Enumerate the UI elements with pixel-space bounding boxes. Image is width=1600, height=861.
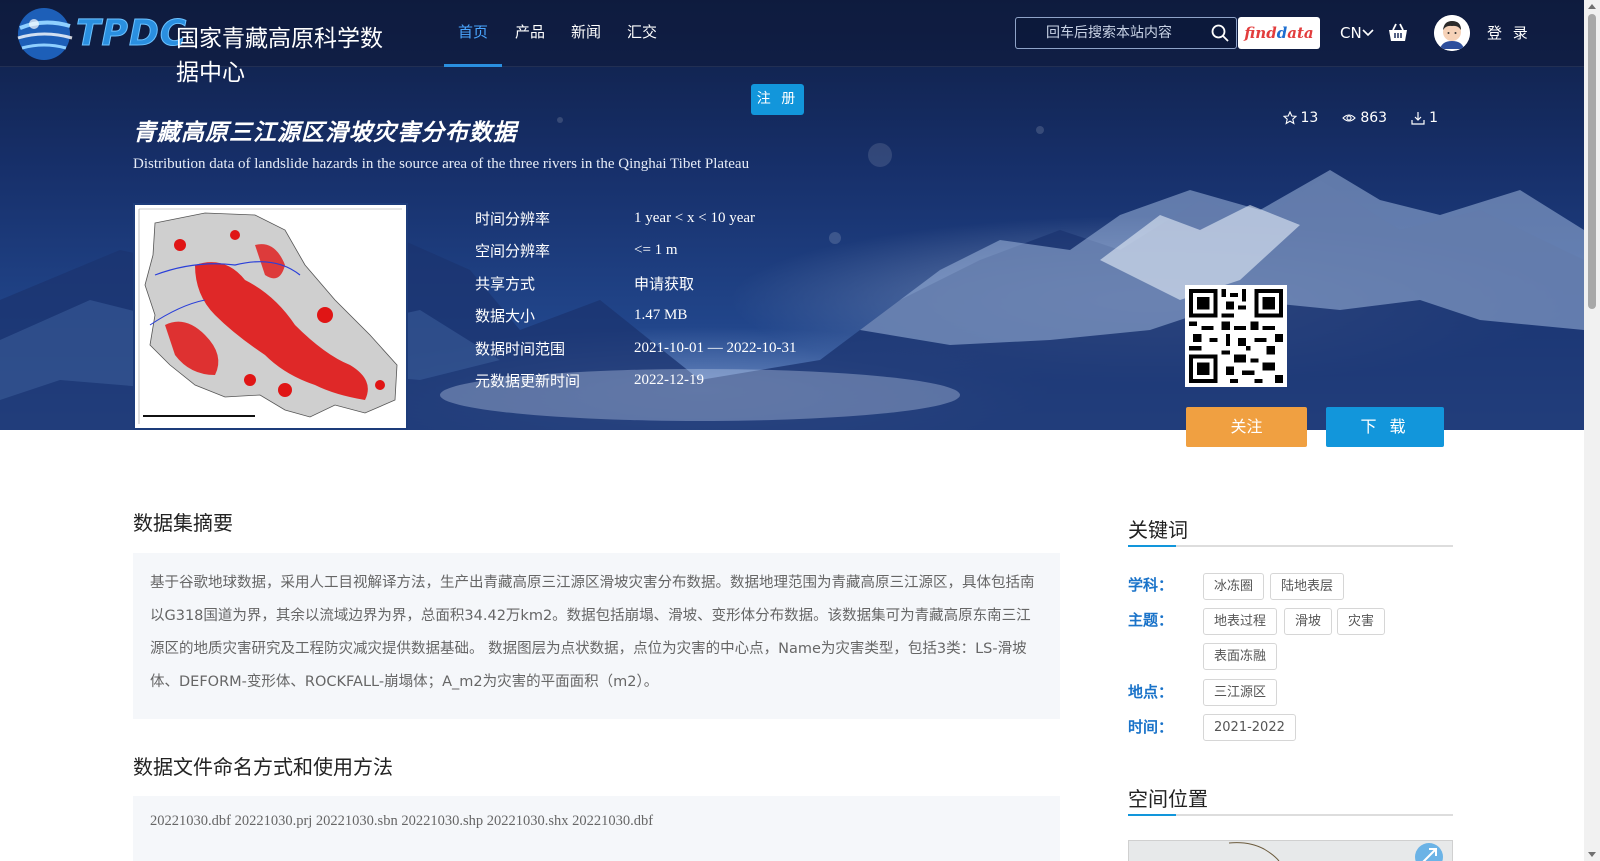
avatar[interactable] xyxy=(1434,15,1470,51)
views-stat: 863 xyxy=(1342,110,1387,126)
meta-label: 共享方式 xyxy=(475,274,536,293)
eye-icon xyxy=(1342,114,1357,122)
findata-part-b: ata xyxy=(1287,24,1314,42)
favorites-stat[interactable]: 13 xyxy=(1282,110,1319,126)
keyword-tag[interactable]: 表面冻融 xyxy=(1203,643,1278,670)
qr-code-image xyxy=(1185,285,1287,387)
downloads-stat: 1 xyxy=(1411,110,1438,126)
meta-label: 空间分辨率 xyxy=(475,242,551,261)
nav-news[interactable]: 新闻 xyxy=(558,0,614,67)
user-avatar-icon xyxy=(1434,15,1470,51)
keywords-divider xyxy=(1128,545,1453,547)
location-title: 空间位置 xyxy=(1128,787,1208,811)
dataset-hero: TPDC 国家青藏高原科学数据中心 首页 产品 新闻 汇交 finddata C… xyxy=(0,0,1584,430)
file-naming-text: 20221030.dbf 20221030.prj 20221030.sbn 2… xyxy=(150,813,654,829)
keyword-tag[interactable]: 地表过程 xyxy=(1203,608,1278,635)
keyword-tag[interactable]: 2021-2022 xyxy=(1203,714,1296,741)
globe-logo-icon xyxy=(17,8,73,60)
meta-value: 2022-12-19 xyxy=(634,372,704,389)
meta-value: <= 1 m xyxy=(634,242,678,259)
keyword-tag[interactable]: 冰冻圈 xyxy=(1203,573,1265,600)
meta-row: 共享方式 申请获取 xyxy=(475,267,796,300)
landslide-map-image xyxy=(135,205,406,428)
file-naming-title: 数据文件命名方式和使用方法 xyxy=(133,755,393,779)
search-input[interactable] xyxy=(1016,18,1196,48)
abstract-text: 基于谷歌地球数据，采用人工目视解译方法，生产出青藏高原三江源区滑坡灾害分布数据。… xyxy=(150,575,1035,690)
search-box xyxy=(1015,17,1237,49)
download-button[interactable]: 下 载 xyxy=(1326,407,1444,447)
meta-value: 1 year < x < 10 year xyxy=(634,209,756,226)
views-count: 863 xyxy=(1360,110,1388,126)
map-preview-image xyxy=(1228,842,1443,861)
time-label: 时间： xyxy=(1128,718,1174,736)
site-logo[interactable]: TPDC 国家青藏高原科学数据中心 xyxy=(14,4,404,86)
meta-label: 数据时间范围 xyxy=(475,339,566,358)
scrollbar-thumb[interactable] xyxy=(1588,14,1596,309)
chevron-down-icon xyxy=(1362,29,1374,37)
meta-row: 元数据更新时间 2022-12-19 xyxy=(475,365,796,398)
scroll-down-arrow-icon[interactable] xyxy=(1588,852,1596,857)
favorites-count: 13 xyxy=(1300,110,1319,126)
dataset-thumbnail[interactable] xyxy=(133,203,408,430)
main-nav: 首页 产品 新闻 汇交 xyxy=(444,0,670,67)
findata-part-a: find xyxy=(1244,24,1277,42)
top-navigation-bar: TPDC 国家青藏高原科学数据中心 首页 产品 新闻 汇交 finddata C… xyxy=(0,0,1584,86)
keywords-title: 关键词 xyxy=(1128,518,1188,542)
meta-row: 时间分辨率 1 year < x < 10 year xyxy=(475,202,796,235)
keyword-tag[interactable]: 三江源区 xyxy=(1203,679,1278,706)
findata-link[interactable]: finddata xyxy=(1238,17,1320,49)
dataset-stats: 13 863 1 xyxy=(1282,110,1438,126)
keyword-tag[interactable]: 陆地表层 xyxy=(1270,573,1345,600)
basket-icon[interactable] xyxy=(1387,22,1409,44)
meta-label: 时间分辨率 xyxy=(475,209,551,228)
star-icon xyxy=(1282,111,1297,125)
meta-row: 数据大小 1.47 MB xyxy=(475,300,796,333)
file-naming-box: 20221030.dbf 20221030.prj 20221030.sbn 2… xyxy=(133,796,1060,861)
abstract-box: 基于谷歌地球数据，采用人工目视解译方法，生产出青藏高原三江源区滑坡灾害分布数据。… xyxy=(133,553,1060,719)
subject-label: 学科： xyxy=(1128,576,1174,594)
abstract-title: 数据集摘要 xyxy=(133,511,233,535)
nav-home[interactable]: 首页 xyxy=(444,0,503,67)
location-map[interactable] xyxy=(1128,840,1453,861)
nav-products[interactable]: 产品 xyxy=(502,0,558,67)
scroll-up-arrow-icon[interactable] xyxy=(1588,4,1596,9)
follow-button[interactable]: 关注 xyxy=(1186,407,1307,447)
search-icon[interactable] xyxy=(1210,23,1230,43)
meta-row: 数据时间范围 2021-10-01 — 2022-10-31 xyxy=(475,332,796,365)
meta-value: 2021-10-01 — 2022-10-31 xyxy=(634,339,797,356)
location-divider xyxy=(1128,814,1453,816)
download-icon xyxy=(1411,112,1425,125)
dataset-meta-list: 时间分辨率 1 year < x < 10 year 空间分辨率 <= 1 m … xyxy=(475,202,796,397)
findata-part-d: d xyxy=(1276,24,1288,42)
meta-label: 元数据更新时间 xyxy=(475,372,581,391)
meta-label: 数据大小 xyxy=(475,307,536,326)
downloads-count: 1 xyxy=(1429,110,1438,126)
meta-value: 申请获取 xyxy=(634,276,695,293)
meta-row: 空间分辨率 <= 1 m xyxy=(475,235,796,268)
place-label: 地点： xyxy=(1128,683,1174,701)
logo-title: 国家青藏高原科学数据中心 xyxy=(176,26,383,86)
page-scrollbar[interactable] xyxy=(1584,0,1600,861)
keyword-tag[interactable]: 灾害 xyxy=(1337,608,1386,635)
theme-label: 主题： xyxy=(1128,611,1174,629)
login-link[interactable]: 登 录 xyxy=(1487,22,1531,43)
register-button[interactable]: 注 册 xyxy=(751,84,804,115)
keyword-tag[interactable]: 滑坡 xyxy=(1284,608,1333,635)
language-label: CN xyxy=(1340,24,1362,42)
dataset-title-cn: 青藏高原三江源区滑坡灾害分布数据 xyxy=(133,120,517,146)
language-switch[interactable]: CN xyxy=(1340,22,1374,44)
dataset-title-en: Distribution data of landslide hazards i… xyxy=(133,156,750,172)
nav-submit[interactable]: 汇交 xyxy=(614,0,670,67)
meta-value: 1.47 MB xyxy=(634,307,688,324)
logo-letters: TPDC xyxy=(75,13,188,55)
